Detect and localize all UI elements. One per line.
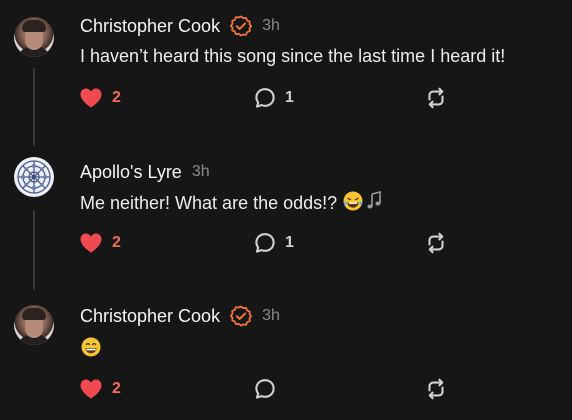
reply-count: 1 — [285, 89, 294, 106]
author-name[interactable]: Christopher Cook — [80, 16, 220, 37]
post-text — [80, 336, 102, 363]
author-name[interactable]: Christopher Cook — [80, 306, 220, 327]
mandala-pattern-icon — [15, 158, 53, 196]
post-actions: 2 1 — [0, 85, 572, 111]
music-notes-emoji-icon — [364, 190, 386, 217]
heart-icon — [80, 88, 102, 108]
verified-badge-icon — [230, 15, 253, 37]
avatar-christopher-cook[interactable] — [14, 17, 54, 57]
like-count: 2 — [112, 380, 121, 397]
verified-badge-icon — [230, 305, 253, 327]
comment-bubble-icon — [255, 88, 275, 108]
author-name[interactable]: Apollo's Lyre — [80, 162, 182, 183]
comment-bubble-icon — [255, 233, 275, 253]
avatar-apollos-lyre[interactable] — [14, 157, 54, 197]
post-text-content: Me neither! What are the odds!? — [80, 193, 343, 213]
repost-arrows-icon — [428, 232, 444, 254]
repost-button[interactable] — [425, 85, 447, 111]
repost-arrows-icon — [428, 378, 444, 400]
reply-button[interactable] — [254, 376, 285, 402]
laughing-tears-emoji-icon — [342, 190, 364, 217]
post: Christopher Cook 3h 2 — [0, 284, 572, 420]
post-text: Me neither! What are the odds!? — [80, 190, 386, 217]
reply-button[interactable]: 1 — [254, 230, 294, 256]
like-count: 2 — [112, 89, 121, 106]
like-button[interactable]: 2 — [79, 85, 121, 111]
comment-thread: Christopher Cook 3h I haven’t heard this… — [0, 0, 572, 420]
post-header: Christopher Cook 3h — [80, 304, 280, 328]
post: Apollo's Lyre 3h Me neither! What are th… — [0, 140, 572, 280]
post-time: 3h — [191, 163, 210, 180]
post-header: Christopher Cook 3h — [80, 14, 280, 38]
post-time: 3h — [262, 17, 280, 34]
heart-icon — [80, 233, 102, 253]
grinning-emoji-icon — [80, 336, 102, 363]
post-actions: 2 — [0, 376, 572, 402]
repost-button[interactable] — [425, 230, 447, 256]
post-text: I haven’t heard this song since the last… — [80, 46, 506, 66]
post-actions: 2 1 — [0, 230, 572, 256]
heart-icon — [80, 379, 102, 399]
repost-arrows-icon — [428, 87, 444, 109]
reply-count: 1 — [285, 234, 294, 251]
like-button[interactable]: 2 — [79, 376, 121, 402]
repost-button[interactable] — [425, 376, 447, 402]
reply-button[interactable]: 1 — [254, 85, 294, 111]
post-header: Apollo's Lyre 3h — [80, 160, 210, 184]
avatar-hair — [22, 20, 46, 32]
post: Christopher Cook 3h I haven’t heard this… — [0, 0, 572, 140]
avatar-christopher-cook[interactable] — [14, 305, 54, 345]
like-count: 2 — [112, 234, 121, 251]
post-time: 3h — [262, 307, 280, 324]
like-button[interactable]: 2 — [79, 230, 121, 256]
avatar-hair — [22, 308, 46, 320]
comment-bubble-icon — [255, 379, 275, 399]
